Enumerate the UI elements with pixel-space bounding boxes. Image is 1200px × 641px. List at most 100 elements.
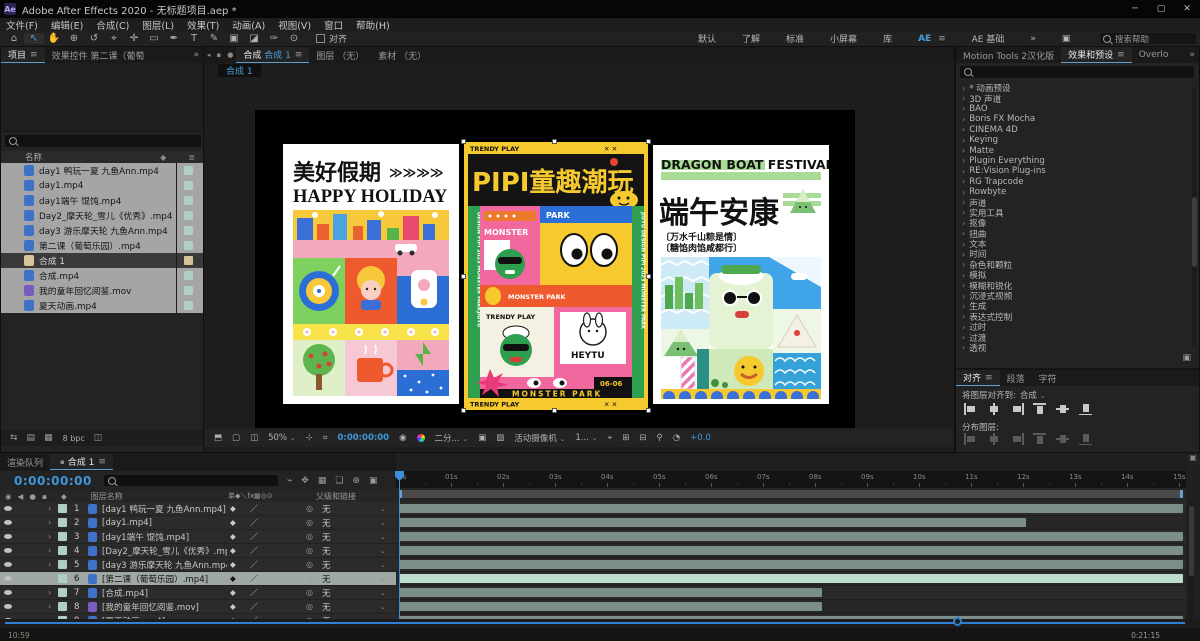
timeline-timecode[interactable]: 0:00:00:00 — [14, 474, 92, 488]
effects-category[interactable]: › RG Trapcode — [956, 177, 1192, 187]
draft-3d-icon[interactable]: ✥ — [301, 476, 309, 486]
chevron-right-icon[interactable]: › — [48, 518, 51, 527]
hide-shy-icon[interactable]: ▦ — [318, 476, 327, 486]
effects-switch-icon[interactable]: ／ — [250, 587, 258, 598]
text-tool-icon[interactable]: T — [184, 33, 204, 44]
quality-switch-icon[interactable]: ◆ — [230, 532, 236, 541]
label-swatch[interactable] — [184, 196, 193, 205]
parent-value-dropdown[interactable]: 无 — [322, 573, 331, 585]
effects-switch-icon[interactable]: ／ — [250, 545, 258, 556]
align-top-button-distribute[interactable] — [1033, 433, 1047, 445]
layer-name[interactable]: [第二课（葡萄乐园）.mp4] — [102, 573, 208, 585]
color-management-icon[interactable] — [416, 434, 425, 442]
chevron-right-icon[interactable]: › — [48, 504, 51, 513]
tab-effects-presets[interactable]: 效果和预设 ≡ — [1061, 47, 1132, 63]
quality-switch-icon[interactable]: ◆ — [230, 504, 236, 513]
layer-track[interactable] — [396, 544, 1186, 558]
layer-track[interactable] — [396, 530, 1186, 544]
effects-switch-icon[interactable]: ／ — [250, 573, 258, 584]
effects-category[interactable]: › 实用工具 — [956, 208, 1192, 219]
layer-duration-bar[interactable] — [399, 602, 823, 611]
parent-value-dropdown[interactable]: 无 — [322, 545, 331, 557]
chevron-right-icon[interactable]: › — [48, 546, 51, 555]
layer-name[interactable]: [day1端午 馄饨.mp4] — [102, 531, 189, 543]
menu-item-帮助(H)[interactable]: 帮助(H) — [356, 18, 390, 32]
effects-search-input[interactable] — [960, 66, 1194, 78]
eye-icon[interactable] — [4, 576, 12, 581]
align-h-center-button-distribute[interactable] — [987, 433, 1001, 445]
workspace-默认[interactable]: 默认 — [698, 32, 716, 45]
effects-category[interactable]: › 抠像 — [956, 218, 1192, 230]
tab-motion-tools[interactable]: Motion Tools 2汉化版 — [956, 47, 1061, 63]
new-animation-preset-icon[interactable]: ▣ — [1182, 353, 1191, 363]
work-area-bar[interactable] — [399, 490, 1183, 498]
panel-menu-icon[interactable]: ≡ — [295, 50, 303, 60]
parent-pickwhip-icon[interactable]: ◎ — [306, 574, 313, 583]
trash-icon[interactable]: ◫ — [94, 433, 103, 443]
flowchart-icon[interactable]: ⚲ — [657, 433, 663, 443]
menu-item-合成(C)[interactable]: 合成(C) — [96, 18, 129, 32]
workspace-ae-basic[interactable]: AE 基础 — [972, 32, 1005, 45]
project-columns-header[interactable]: 名称 ◆ ≣ — [1, 151, 203, 163]
effects-category[interactable]: › Plugin Everything — [956, 156, 1192, 166]
selection-handle[interactable] — [646, 408, 651, 413]
parent-pickwhip-icon[interactable]: ◎ — [306, 504, 313, 513]
layer-duration-bar[interactable] — [399, 518, 1027, 527]
always-preview-icon[interactable]: ⬒ — [214, 433, 222, 443]
effects-category[interactable]: › 扭曲 — [956, 228, 1192, 240]
selection-tool-icon[interactable]: ↖ — [24, 33, 44, 44]
workspace-库[interactable]: 库 — [883, 32, 892, 45]
ae-badge[interactable]: AE ≡ — [918, 34, 946, 44]
project-item[interactable]: 合成 1 — [1, 253, 203, 268]
parent-link-column[interactable]: 父级和链接 — [316, 491, 356, 502]
timeline-layer-row[interactable]: › 8 [我的童年回忆阅鉴.mov] ◆ ／ ◎ 无 ⌄ — [0, 600, 396, 614]
timeline-search-input[interactable] — [103, 475, 278, 486]
pan-behind-tool-icon[interactable]: ✛ — [124, 33, 144, 44]
new-folder-icon[interactable]: ▤ — [27, 433, 36, 443]
quality-switch-icon[interactable]: ◆ — [230, 546, 236, 555]
layer-duration-bar[interactable] — [399, 546, 1183, 555]
eye-icon[interactable] — [4, 534, 12, 539]
align-to-dropdown[interactable]: 合成 ⌄ — [1020, 389, 1046, 401]
layer-label-swatch[interactable] — [58, 588, 67, 597]
layer-track[interactable] — [396, 572, 1186, 586]
parent-value-dropdown[interactable]: 无 — [322, 559, 331, 571]
quality-switch-icon[interactable]: ◆ — [230, 588, 236, 597]
project-item[interactable]: 合成.mp4 — [1, 268, 203, 283]
tab-timeline-comp[interactable]: ▪ 合成 1 ≡ — [50, 454, 113, 470]
project-item[interactable]: day1.mp4 — [1, 178, 203, 193]
layer-label-swatch[interactable] — [58, 602, 67, 611]
effects-scrollbar[interactable] — [1192, 87, 1197, 347]
effects-category[interactable]: › Matte — [956, 145, 1192, 156]
menu-item-编辑(E)[interactable]: 编辑(E) — [51, 18, 83, 32]
label-swatch[interactable] — [184, 286, 193, 295]
layer-duration-bar[interactable] — [399, 588, 823, 597]
timeline-layer-row[interactable]: › 7 [合成.mp4] ◆ ／ ◎ 无 ⌄ — [0, 586, 396, 600]
eye-icon[interactable] — [4, 590, 12, 595]
eye-icon[interactable] — [4, 562, 12, 567]
timeline-layer-row[interactable]: › 2 [day1.mp4] ◆ ／ ◎ 无 ⌄ — [0, 516, 396, 530]
layer-name[interactable]: [day1 鸭玩一夏 九鱼Ann.mp4] — [102, 503, 226, 515]
tab-layer[interactable]: 图层 （无） — [309, 47, 371, 63]
layer-name[interactable]: [我的童年回忆阅鉴.mov] — [102, 601, 199, 613]
eraser-tool-icon[interactable]: ◪ — [244, 33, 264, 44]
roi-icon[interactable]: ▣ — [478, 433, 486, 443]
layer-name[interactable]: [Day2_摩天轮_雪儿《优秀》.mp4] — [102, 545, 227, 557]
hand-tool-icon[interactable]: ✋ — [44, 33, 64, 44]
effects-category[interactable]: › 透视 — [956, 343, 1192, 354]
selection-handle[interactable] — [646, 139, 651, 144]
eye-icon[interactable] — [4, 604, 12, 609]
exposure-value[interactable]: +0.0 — [690, 433, 711, 443]
parent-pickwhip-icon[interactable]: ◎ — [306, 532, 313, 541]
fast-previews-icon[interactable]: ⊞ — [622, 433, 629, 443]
tab-paragraph[interactable]: 段落 — [1000, 370, 1032, 386]
layer-label-swatch[interactable] — [58, 560, 67, 569]
camera-dropdown[interactable]: 活动摄像机 ⌄ — [514, 432, 565, 444]
timeline-track-area[interactable]: 0s01s02s03s04s05s06s07s08s09s10s11s12s13… — [395, 471, 1186, 628]
effects-category[interactable]: › 3D 声道 — [956, 93, 1192, 105]
more-workspaces-icon[interactable]: » — [1030, 34, 1036, 44]
layer-label-swatch[interactable] — [58, 546, 67, 555]
chevron-right-icon[interactable]: › — [48, 532, 51, 541]
effects-switch-icon[interactable]: ／ — [250, 531, 258, 542]
zoom-knob[interactable] — [953, 617, 962, 626]
